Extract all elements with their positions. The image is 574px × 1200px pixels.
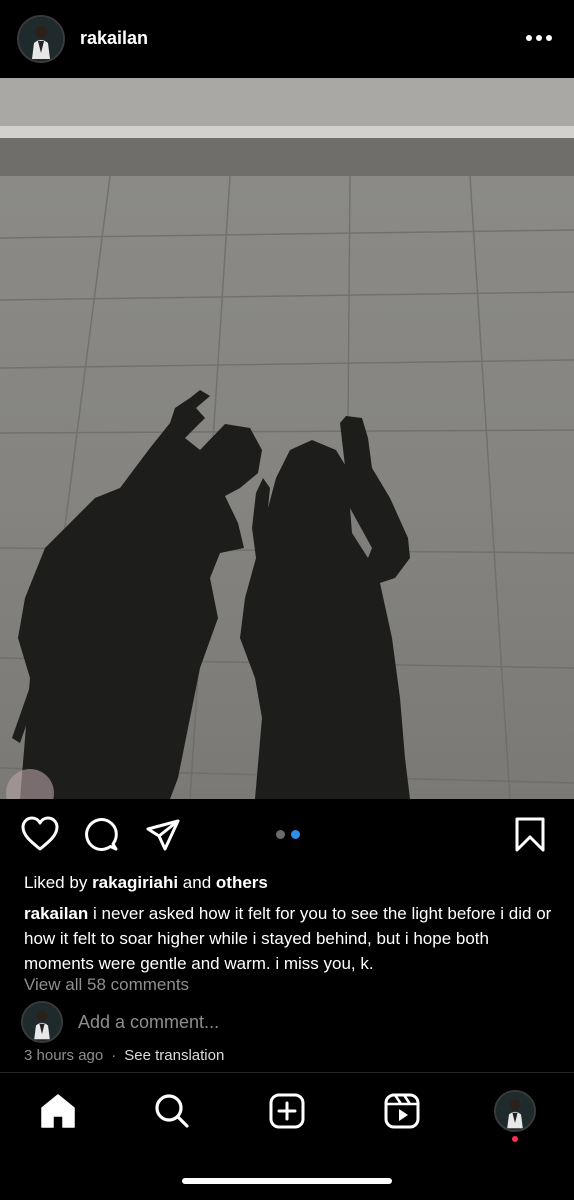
profile-avatar[interactable] [494,1090,536,1132]
post-username[interactable]: rakailan [80,28,148,49]
likes-and: and [182,873,212,892]
notification-dot [512,1136,518,1142]
see-translation-link[interactable]: See translation [124,1047,224,1064]
liked-by-user[interactable]: rakagiriahi [92,873,178,892]
caption-username[interactable]: rakailan [24,904,88,923]
carousel-indicator [276,826,306,844]
likes-summary[interactable]: Liked by rakagiriahi and others [24,873,268,893]
create-icon[interactable] [267,1091,307,1131]
view-all-comments-link[interactable]: View all 58 comments [24,975,189,995]
meta-separator: · [111,1047,117,1064]
bookmark-icon[interactable] [514,816,546,859]
liked-by-others[interactable]: others [216,873,268,892]
more-icon[interactable] [524,26,554,50]
reels-icon[interactable] [382,1091,422,1131]
post-caption: rakailan i never asked how it felt for y… [24,901,560,976]
post-photo[interactable] [0,78,574,799]
add-comment-input[interactable]: Add a comment... [78,1012,219,1033]
post-timestamp: 3 hours ago [24,1047,104,1064]
home-indicator [182,1178,392,1184]
likes-prefix: Liked by [24,873,88,892]
caption-text: i never asked how it felt for you to see… [24,904,552,973]
current-user-avatar [21,1001,63,1043]
share-icon[interactable] [145,818,181,857]
heart-icon[interactable] [20,816,60,857]
comment-icon[interactable] [82,816,120,859]
search-icon[interactable] [152,1091,192,1131]
post-header: rakailan [0,0,574,78]
home-icon[interactable] [38,1091,78,1131]
user-avatar[interactable] [17,15,65,63]
post-meta: 3 hours ago · See translation [24,1047,224,1064]
carousel-dot-active [291,830,300,839]
carousel-dot [276,830,285,839]
